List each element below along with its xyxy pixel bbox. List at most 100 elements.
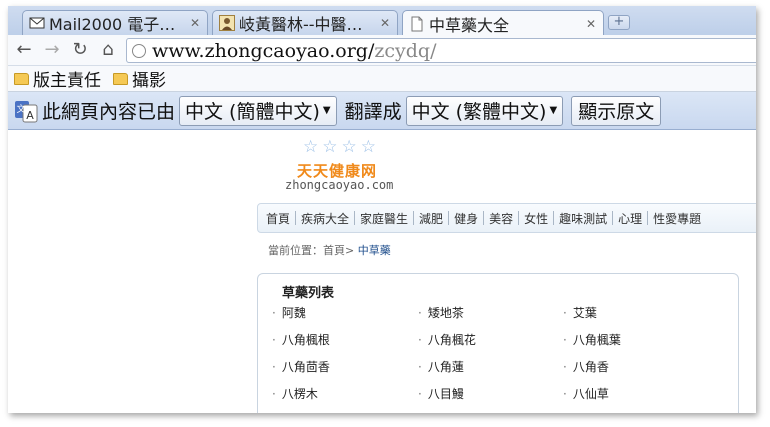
new-tab-button[interactable]: + — [608, 15, 630, 30]
herb-link[interactable]: · 八目鰻 — [418, 385, 464, 402]
nav-item[interactable]: 健身 — [454, 210, 478, 227]
herb-name: 八仙草 — [572, 387, 609, 401]
tab-mail2000[interactable]: Mail2000 電子… ✕ — [22, 10, 208, 35]
bullet-icon: · — [563, 333, 567, 347]
address-bar[interactable]: www.zhongcaoyao.org/zcydq/ — [126, 38, 756, 63]
folder-icon — [113, 72, 128, 85]
herb-name: 矮地茶 — [427, 306, 464, 320]
target-language-select[interactable]: 中文 (繁體中文) ▼ — [405, 95, 564, 126]
herb-name: 八目鰻 — [427, 387, 464, 401]
site-logo[interactable]: ☆☆☆☆ 天天健康网 zhongcaoyao.com — [283, 137, 413, 195]
folder-icon — [14, 72, 29, 85]
herb-link[interactable]: · 艾葉 — [563, 304, 597, 321]
logo-text-en: zhongcaoyao.com — [285, 178, 394, 192]
bookmark-folder-2[interactable]: 攝影 — [113, 66, 166, 91]
nav-separator — [612, 211, 614, 225]
nav-separator — [483, 211, 485, 225]
bookmark-label: 版主責任 — [33, 71, 101, 91]
back-icon[interactable]: ← — [14, 40, 34, 60]
stars-icon: ☆☆☆☆ — [303, 137, 380, 157]
breadcrumb: 當前位置：首頁> 中草藥 — [268, 242, 391, 258]
herb-link[interactable]: · 八角楓根 — [272, 331, 330, 348]
doctor-icon — [219, 15, 235, 31]
breadcrumb-current[interactable]: 中草藥 — [358, 244, 391, 257]
bullet-icon: · — [563, 360, 567, 374]
herb-list-box: 草藥列表 · 阿魏 · 矮地茶 · 艾葉 · 八角楓根 · 八角楓花 · 八角楓葉 · 八角茴香 · 八角蓮 ·… — [257, 273, 739, 413]
herb-link[interactable]: · 八楞木 — [272, 385, 318, 402]
herb-link[interactable]: ·八月札 — [418, 412, 464, 413]
tab-title: Mail2000 電子… — [49, 15, 176, 34]
site-nav: 首頁 疾病大全 家庭醫生 減肥 健身 美容 女性 趣味測試 心理 性愛專題 — [257, 203, 756, 233]
bullet-icon: · — [272, 333, 276, 347]
bullet-icon: · — [272, 360, 276, 374]
nav-separator — [354, 211, 356, 225]
tab-title: 岐黃醫林--中醫… — [239, 15, 363, 34]
chevron-down-icon: ▼ — [549, 105, 558, 116]
bookmarks-bar: 版主責任 攝影 — [8, 66, 756, 92]
tab-title: 中草藥大全 — [429, 15, 510, 35]
nav-item[interactable]: 趣味測試 — [559, 210, 607, 227]
herb-name: 八角楓花 — [427, 333, 476, 347]
translate-bar: A 文 此網頁內容已由 中文 (簡體中文) ▼ 翻譯成 中文 (繁體中文) ▼ … — [8, 92, 756, 130]
close-icon[interactable]: ✕ — [585, 17, 597, 31]
herb-link[interactable]: · 八角茴香 — [272, 358, 330, 375]
herb-name: 八楞木 — [281, 387, 318, 401]
nav-separator — [553, 211, 555, 225]
herb-name: 八角蓮 — [427, 360, 464, 374]
reload-icon[interactable]: ↻ — [70, 40, 90, 60]
bullet-icon: · — [418, 387, 422, 401]
herb-list-title: 草藥列表 — [282, 286, 335, 301]
translate-prefix: 此網頁內容已由 — [42, 101, 176, 123]
tab-qihuang[interactable]: 岐黃醫林--中醫… ✕ — [212, 10, 398, 35]
source-language-value: 中文 (簡體中文) — [185, 101, 320, 123]
nav-item[interactable]: 減肥 — [419, 210, 443, 227]
herb-name: 八角茴香 — [281, 360, 330, 374]
herb-link[interactable]: · 八角蓮 — [418, 358, 464, 375]
nav-item[interactable]: 心理 — [618, 210, 642, 227]
nav-item[interactable]: 首頁 — [266, 210, 290, 227]
herb-name: 艾葉 — [572, 306, 597, 320]
herb-link[interactable]: · 阿魏 — [272, 304, 306, 321]
tab-zhongcaoyao[interactable]: 中草藥大全 ✕ — [402, 10, 604, 36]
nav-separator — [647, 211, 649, 225]
herb-link[interactable]: · 八仙草 — [563, 385, 609, 402]
bookmark-folder-1[interactable]: 版主責任 — [14, 66, 101, 91]
nav-item[interactable]: 家庭醫生 — [360, 210, 408, 227]
herb-name: 阿魏 — [281, 306, 306, 320]
nav-item[interactable]: 女性 — [524, 210, 548, 227]
translate-icon: A 文 — [15, 100, 38, 122]
tab-strip: Mail2000 電子… ✕ 岐黃醫林--中醫… ✕ 中草藥大全 ✕ + — [8, 6, 756, 36]
bullet-icon: · — [563, 387, 567, 401]
url-host: www.zhongcaoyao.org/ — [152, 39, 375, 62]
toolbar: ← → ↻ ⌂ www.zhongcaoyao.org/zcydq/ — [8, 35, 756, 66]
bullet-icon: · — [418, 306, 422, 320]
bullet-icon: · — [418, 360, 422, 374]
mail-icon — [29, 17, 45, 29]
globe-icon — [132, 43, 146, 58]
svg-text:文: 文 — [16, 103, 25, 115]
svg-text:A: A — [26, 109, 34, 122]
nav-separator — [413, 211, 415, 225]
herb-link[interactable]: ·八仙花 — [272, 412, 318, 413]
close-icon[interactable]: ✕ — [189, 16, 201, 30]
translate-middle: 翻譯成 — [344, 101, 402, 123]
forward-icon[interactable]: → — [42, 40, 62, 60]
show-original-button[interactable]: 顯示原文 — [571, 95, 662, 126]
herb-link[interactable]: · 八角楓葉 — [563, 331, 621, 348]
bullet-icon: · — [272, 306, 276, 320]
nav-separator — [518, 211, 520, 225]
close-icon[interactable]: ✕ — [379, 16, 391, 30]
herb-link[interactable]: ·巴豆 — [563, 412, 597, 413]
source-language-select[interactable]: 中文 (簡體中文) ▼ — [179, 95, 337, 126]
nav-item[interactable]: 疾病大全 — [301, 210, 349, 227]
herb-link[interactable]: · 八角楓花 — [418, 331, 476, 348]
page-content: ☆☆☆☆ 天天健康网 zhongcaoyao.com 首頁 疾病大全 家庭醫生 減肥健… — [8, 131, 756, 413]
bullet-icon: · — [563, 306, 567, 320]
herb-link[interactable]: · 矮地茶 — [418, 304, 464, 321]
nav-item[interactable]: 美容 — [489, 210, 513, 227]
bullet-icon: · — [418, 333, 422, 347]
herb-name: 八角香 — [572, 360, 609, 374]
home-icon[interactable]: ⌂ — [98, 40, 118, 60]
herb-link[interactable]: · 八角香 — [563, 358, 609, 375]
nav-item[interactable]: 性愛專題 — [653, 210, 701, 227]
